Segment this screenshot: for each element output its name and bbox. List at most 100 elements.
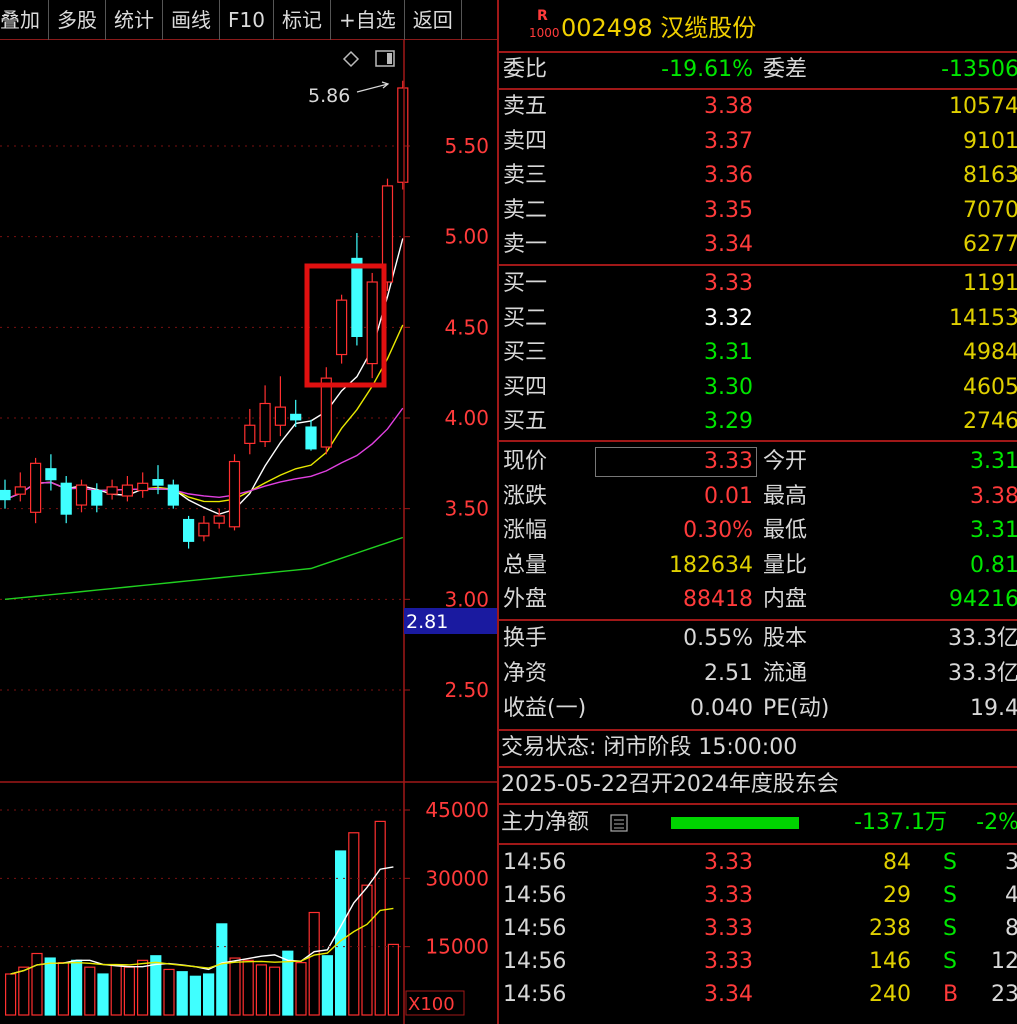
ask-price: 3.37 [704, 128, 753, 154]
volume-bar [31, 952, 43, 1016]
volume-tick-label: 15000 [425, 935, 489, 959]
wei-cha-value: -13506 [941, 57, 1017, 82]
fundamental-value: 0.040 [690, 696, 753, 721]
candle [75, 479, 88, 513]
stat-value: 3.33 [704, 449, 753, 474]
tick-side: B [943, 982, 959, 1007]
stat-value: 3.31 [970, 449, 1017, 474]
diamond-icon[interactable] [342, 50, 360, 68]
ask-row[interactable]: 卖二 3.35 7070 [499, 194, 1017, 228]
tick-count: 8 [1005, 916, 1017, 941]
tick-price: 3.33 [704, 883, 753, 908]
volume-bar [269, 966, 281, 1016]
candle [274, 376, 286, 437]
ma60-line [4, 536, 404, 601]
stat-value: 0.81 [970, 552, 1017, 578]
high-price-label: 5.86 [308, 85, 350, 107]
volume-bar [216, 923, 228, 1016]
ma5-line [4, 238, 404, 515]
ask-volume: 10574 [949, 94, 1017, 119]
volume-bar [229, 957, 241, 1016]
ask-row[interactable]: 卖三 3.36 8163 [499, 159, 1017, 193]
tick-count: 4 [1005, 883, 1017, 908]
notice-row[interactable]: 2025-05-22召开2024年度股东会 [499, 768, 1017, 802]
ask-volume: 9101 [963, 128, 1017, 154]
stat-value: 0.01 [704, 483, 753, 509]
stat-value: 182634 [669, 552, 753, 578]
r-badge-icon: R 1000 [529, 8, 560, 40]
candle [137, 472, 149, 498]
candle [0, 479, 11, 509]
stock-title[interactable]: 002498 汉缆股份 [561, 8, 756, 43]
price-tick-label: 3.50 [444, 497, 489, 521]
tick-price: 3.33 [704, 916, 753, 941]
ask-volume: 7070 [963, 197, 1017, 223]
candle [213, 508, 225, 529]
multi-stock-button[interactable]: 多股 [49, 0, 106, 40]
back-button[interactable]: 返回 [405, 0, 462, 40]
mark-button[interactable]: 标记 [274, 0, 331, 40]
f10-button[interactable]: F10 [220, 0, 274, 40]
trade-status: 交易状态: 闭市阶段 15:00:00 [501, 735, 798, 760]
bid-row[interactable]: 买三 3.31 4984 [499, 336, 1017, 370]
bid-row[interactable]: 买五 3.29 2746 [499, 405, 1017, 439]
bid-row[interactable]: 买一 3.33 1191 [499, 267, 1017, 301]
candle [320, 367, 332, 455]
price-grid [0, 145, 404, 691]
bid-row[interactable]: 买四 3.30 4605 [499, 371, 1017, 405]
candle [259, 385, 271, 448]
tick-price: 3.34 [704, 982, 753, 1007]
tick-side: S [943, 916, 957, 941]
panel-toggle-icon[interactable] [375, 50, 395, 67]
add-watchlist-button[interactable]: +自选 [331, 0, 405, 40]
stat-row: 总量 182634 量比 0.81 [499, 549, 1017, 583]
volume-bar [84, 966, 96, 1016]
ask-row[interactable]: 卖一 3.34 6277 [499, 228, 1017, 262]
ask-row[interactable]: 卖四 3.37 9101 [499, 125, 1017, 159]
volume-bar [374, 820, 386, 1016]
volume-axis: 45000 30000 15000 [0, 798, 489, 959]
overlay-button[interactable]: 叠加 [0, 0, 49, 40]
draw-line-button[interactable]: 画线 [163, 0, 220, 40]
ask-row[interactable]: 卖五 3.38 10574 [499, 90, 1017, 124]
notice-text[interactable]: 2025-05-22召开2024年度股东会 [501, 768, 839, 802]
volume-bar [361, 884, 373, 1016]
main-flow-pct: -2% [976, 810, 1017, 835]
tick-row: 14:56 3.33 84 S 3 [499, 846, 1017, 880]
price-tick-label: 2.50 [444, 678, 489, 702]
wei-bi-value: -19.61% [661, 57, 753, 82]
candle [106, 479, 118, 500]
ask-price: 3.35 [704, 197, 753, 223]
stock-header: R 1000 002498 汉缆股份 [499, 0, 1017, 50]
candlesticks [0, 80, 409, 549]
price-tick-label: 5.50 [444, 134, 489, 158]
volume-bar [44, 957, 56, 1016]
tick-volume: 238 [869, 916, 911, 941]
candle [30, 457, 42, 524]
kline-chart[interactable]: 5.50 5.00 4.50 4.00 3.50 3.00 2.50 45000 30000 1… [0, 40, 497, 1024]
stat-value: 88418 [683, 587, 753, 613]
volume-bar [203, 973, 215, 1016]
candle [366, 272, 378, 379]
stat-row: 涨幅 0.30% 最低 3.31 [499, 514, 1017, 548]
candle [183, 515, 195, 549]
fundamental-row: 换手 0.55% 股本 33.3亿 [499, 622, 1017, 656]
bid-price: 3.33 [704, 271, 753, 296]
tick-volume: 240 [869, 982, 911, 1007]
fundamental-value: 2.51 [704, 661, 753, 686]
bid-row[interactable]: 买二 3.32 14153 [499, 302, 1017, 336]
volume-bar [137, 959, 149, 1016]
price-tick-label: 4.00 [444, 406, 489, 430]
tick-side: S [943, 949, 957, 974]
ask-price: 3.34 [704, 232, 753, 258]
price-tick-label: 5.00 [444, 225, 489, 249]
ask-volume: 6277 [963, 232, 1017, 258]
tick-row: 14:56 3.33 146 S 12 [499, 945, 1017, 979]
tick-row: 14:56 3.33 238 S 8 [499, 912, 1017, 946]
tick-count: 12 [991, 949, 1017, 974]
statistics-button[interactable]: 统计 [106, 0, 163, 40]
stat-value: 3.38 [970, 483, 1017, 509]
volume-bar [18, 966, 30, 1016]
volume-bar [110, 964, 122, 1016]
volume-bar [123, 966, 136, 1016]
